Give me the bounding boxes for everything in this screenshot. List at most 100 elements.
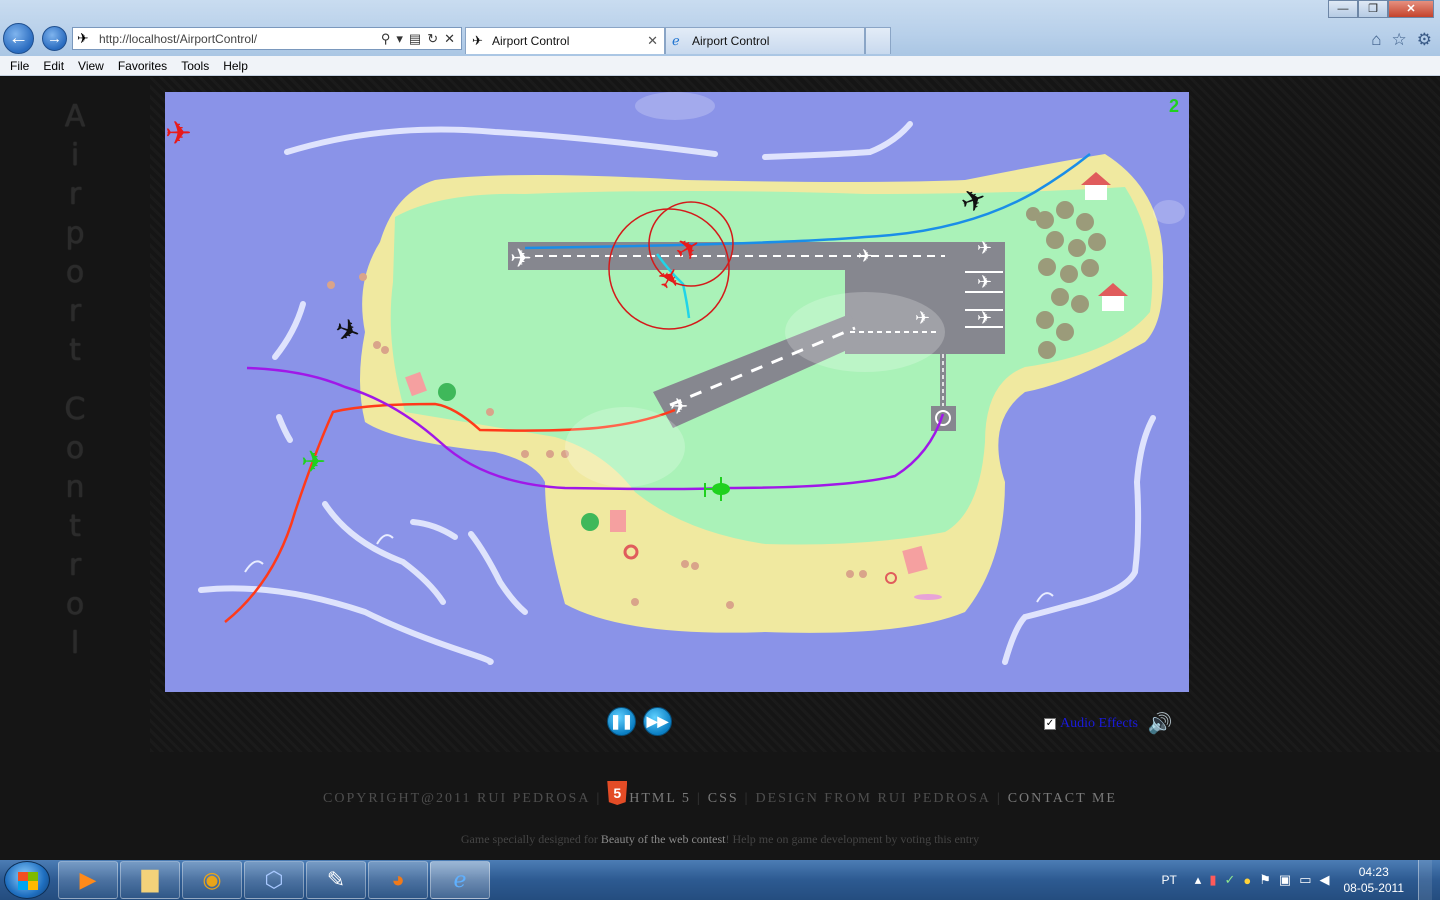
svg-text:✈: ✈ — [858, 246, 873, 267]
forward-arrow-icon: → — [47, 30, 62, 47]
red-plane-icon[interactable]: ✈ — [165, 114, 192, 152]
title-letter: o — [65, 431, 85, 466]
svg-text:✈: ✈ — [977, 308, 992, 329]
audio-effects-label[interactable]: Audio Effects — [1060, 716, 1138, 732]
windows-logo-icon — [18, 872, 38, 890]
page-body: A i r p o r t C o n t r o l ✈ ✈ ✈ ✈ ✈ ✈ … — [0, 77, 1440, 860]
black-plane-icon[interactable]: ✈ — [330, 311, 366, 352]
close-tab-icon[interactable]: ✕ — [647, 33, 658, 49]
minimize-button[interactable]: — — [1328, 0, 1358, 18]
ie-icon[interactable]: ℯ — [430, 861, 490, 899]
vertical-title: A i r p o r t C o n t r o l — [60, 97, 90, 663]
menu-tools[interactable]: Tools — [181, 59, 209, 73]
menu-favorites[interactable]: Favorites — [118, 59, 167, 73]
fast-forward-icon: ▶▶ — [646, 713, 669, 729]
chrome-icon[interactable]: ◉ — [182, 861, 242, 899]
audio-effects-checkbox[interactable]: ✓ — [1044, 717, 1056, 730]
clock[interactable]: 04:23 08-05-2011 — [1344, 864, 1405, 896]
title-letter: t — [69, 333, 81, 368]
compat-view-icon[interactable]: ▤ — [409, 31, 421, 47]
virtualbox-icon[interactable]: ⬡ — [244, 861, 304, 899]
gear-icon[interactable]: ⚙ — [1417, 30, 1432, 50]
show-desktop-button[interactable] — [1418, 860, 1432, 900]
tab-title: Airport Control — [492, 34, 570, 48]
plane-favicon-icon: ✈ — [472, 33, 483, 48]
update-icon[interactable]: ● — [1243, 873, 1251, 888]
window-controls: — ❐ ✕ — [1328, 0, 1434, 18]
search-icon[interactable]: ⚲ — [381, 31, 391, 47]
menu-file[interactable]: File — [10, 59, 29, 73]
forward-button[interactable]: → — [42, 26, 67, 51]
title-letter: C — [64, 392, 86, 427]
home-icon[interactable]: ⌂ — [1371, 30, 1381, 50]
clock-time: 04:23 — [1358, 865, 1389, 879]
speaker-icon[interactable]: 🔊 — [1148, 711, 1173, 736]
address-bar[interactable]: ✈ http://localhost/AirportControl/ ⚲ ▾ ▤… — [72, 27, 462, 50]
new-tab-button[interactable] — [865, 27, 891, 54]
menu-view[interactable]: View — [78, 59, 104, 73]
title-letter: r — [68, 548, 82, 583]
volume-icon[interactable]: ◀ — [1320, 872, 1330, 888]
subfooter: Game specially designed for Beauty of th… — [0, 832, 1440, 847]
title-letter: r — [68, 294, 82, 329]
security-icon[interactable]: ✓ — [1224, 872, 1235, 888]
svg-text:✈: ✈ — [977, 238, 992, 259]
taskbar: ▶ ▇ ◉ ⬡ ✎ ◕ ℯ PT ▴ ▮ ✓ ● ⚑ ▣ ▭ ◀ 04:23 0… — [0, 860, 1440, 900]
dropdown-icon[interactable]: ▾ — [396, 31, 403, 47]
back-arrow-icon: ← — [8, 27, 29, 49]
title-letter: r — [68, 177, 82, 212]
close-window-button[interactable]: ✕ — [1388, 0, 1434, 18]
contact-me-link[interactable]: CONTACT ME — [1008, 791, 1117, 806]
start-button[interactable] — [4, 861, 50, 899]
footer-links: COPYRIGHT@2011 RUI PEDROSA | 5 HTML 5 | CSS | D… — [0, 781, 1440, 807]
html5-link[interactable]: HTML 5 — [629, 791, 691, 806]
antivirus-icon[interactable]: ▮ — [1209, 872, 1216, 888]
game-scene[interactable]: ✈ ✈ ✈ ✈ ✈ ✈ ✈ ✈ ✈ ✈ ✈ ✈ — [165, 92, 1189, 692]
tab-airport-control-active[interactable]: ✈ Airport Control ✕ — [465, 27, 665, 54]
tab-title: Airport Control — [692, 34, 770, 48]
beauty-of-web-link[interactable]: Beauty of the web contest — [601, 832, 726, 846]
action-center-icon[interactable]: ⚑ — [1259, 872, 1271, 888]
score-counter: 2 — [1168, 96, 1179, 116]
network-icon[interactable]: ▭ — [1299, 872, 1311, 888]
menu-help[interactable]: Help — [223, 59, 248, 73]
clock-date: 08-05-2011 — [1343, 881, 1405, 895]
svg-text:✈: ✈ — [670, 395, 688, 420]
ie-favicon-icon: ℯ — [672, 33, 680, 48]
media-player-icon[interactable]: ▶ — [58, 861, 118, 899]
svg-text:✈: ✈ — [977, 272, 992, 293]
title-letter: o — [65, 255, 85, 290]
notepad-icon[interactable]: ✎ — [306, 861, 366, 899]
title-letter: t — [69, 509, 81, 544]
copyright-text: COPYRIGHT@2011 RUI PEDROSA — [323, 791, 591, 806]
language-indicator[interactable]: PT — [1161, 873, 1176, 887]
title-letter: p — [65, 216, 85, 251]
css-link[interactable]: CSS — [708, 791, 739, 806]
pause-icon: ❚❚ — [609, 713, 634, 729]
design-credit: DESIGN FROM RUI PEDROSA — [755, 791, 991, 806]
fast-forward-button[interactable]: ▶▶ — [643, 707, 672, 736]
helipad — [931, 406, 956, 431]
stop-icon[interactable]: ✕ — [444, 31, 455, 47]
menu-bar: File Edit View Favorites Tools Help — [0, 56, 1440, 76]
show-hidden-icons-icon[interactable]: ▴ — [1195, 872, 1202, 888]
firefox-icon[interactable]: ◕ — [368, 861, 428, 899]
address-url[interactable]: http://localhost/AirportControl/ — [95, 32, 381, 46]
browser-tools: ⌂ ☆ ⚙ — [1371, 30, 1432, 50]
game-controls: ❚❚ ▶▶ ✓ Audio Effects 🔊 — [0, 705, 1440, 737]
title-letter: A — [64, 99, 86, 134]
browser-titlebar: ← → ✈ http://localhost/AirportControl/ ⚲… — [0, 0, 1440, 56]
refresh-icon[interactable]: ↻ — [427, 31, 438, 47]
game-canvas[interactable]: ✈ ✈ ✈ ✈ ✈ ✈ ✈ ✈ ✈ ✈ ✈ ✈ 2 — [165, 92, 1189, 692]
menu-edit[interactable]: Edit — [43, 59, 64, 73]
usb-icon[interactable]: ▣ — [1279, 872, 1291, 888]
tab-airport-control[interactable]: ℯ Airport Control — [665, 27, 865, 54]
pause-button[interactable]: ❚❚ — [607, 707, 636, 736]
back-button[interactable]: ← — [3, 23, 34, 54]
title-letter: o — [65, 587, 85, 622]
audio-effects-control: ✓ Audio Effects 🔊 — [1044, 711, 1173, 736]
favorites-star-icon[interactable]: ☆ — [1392, 30, 1407, 50]
green-plane-icon[interactable]: ✈ — [301, 445, 326, 480]
explorer-icon[interactable]: ▇ — [120, 861, 180, 899]
maximize-button[interactable]: ❐ — [1358, 0, 1388, 18]
